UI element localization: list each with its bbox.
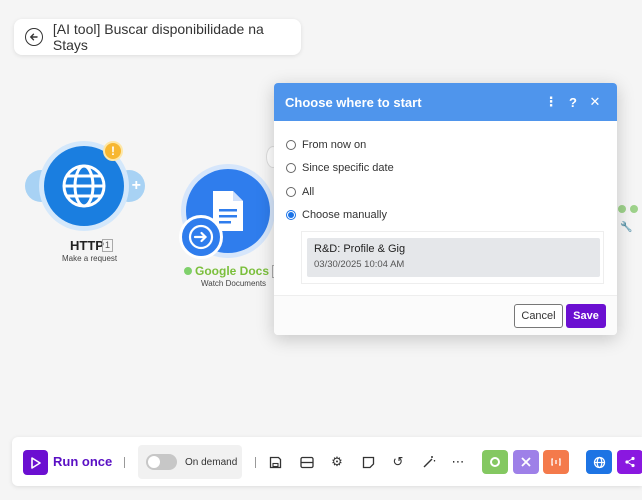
blue-tool-button[interactable]: [586, 450, 612, 474]
save-icon[interactable]: [266, 453, 284, 471]
arrow-left-icon: [29, 33, 38, 41]
share-icon: [625, 456, 635, 468]
green-tool-button[interactable]: [482, 450, 508, 474]
brackets-icon: [551, 458, 561, 466]
gdocs-module-label-row: Google Docs 17: [184, 264, 289, 278]
dialog-title: Choose where to start: [285, 94, 422, 110]
next-module-dot[interactable]: [630, 205, 638, 213]
purple-tool-button[interactable]: [513, 450, 539, 474]
gdocs-module-subtitle: Watch Documents: [201, 279, 267, 288]
play-icon: [30, 456, 41, 469]
list-item[interactable]: R&D: Profile & Gig 03/30/2025 10:04 AM: [307, 238, 600, 277]
option-choose-manually[interactable]: Choose manually: [286, 204, 617, 228]
option-label: Since specific date: [302, 162, 394, 175]
warning-badge[interactable]: !: [103, 141, 123, 161]
divider: [124, 457, 125, 468]
manual-items-list: R&D: Profile & Gig 03/30/2025 10:04 AM: [301, 231, 604, 284]
http-module-number: 1: [102, 239, 114, 252]
schedule-label: On demand: [185, 456, 238, 468]
magic-wand-icon[interactable]: [420, 453, 438, 471]
radio-button[interactable]: [286, 186, 296, 197]
close-icon[interactable]: ✕: [584, 94, 606, 110]
run-once-label[interactable]: Run once: [53, 454, 112, 469]
cross-arrows-icon: [521, 457, 531, 467]
choose-start-dialog: Choose where to start ⋮ ? ✕ From now on …: [274, 83, 617, 335]
gdocs-module-label: Google Docs: [195, 264, 270, 278]
next-module-dot[interactable]: [618, 205, 626, 213]
schedule-toggle[interactable]: [146, 454, 177, 470]
dialog-header: Choose where to start ⋮ ? ✕: [274, 83, 617, 121]
option-since-specific-date[interactable]: Since specific date: [286, 157, 617, 181]
http-module-subtitle: Make a request: [62, 254, 118, 263]
schedule-control: On demand: [138, 445, 242, 479]
notes-icon[interactable]: [359, 453, 377, 471]
http-module-label: HTTP: [70, 238, 104, 253]
divider: [255, 457, 256, 468]
option-label: From now on: [302, 138, 367, 151]
globe-icon: [62, 164, 106, 208]
run-once-button[interactable]: [23, 450, 48, 475]
back-button[interactable]: [25, 28, 43, 46]
help-icon[interactable]: ?: [562, 95, 584, 110]
radio-button-selected[interactable]: [286, 210, 296, 221]
start-options: From now on Since specific date All Choo…: [274, 121, 617, 227]
option-from-now-on[interactable]: From now on: [286, 133, 617, 157]
dialog-footer: Cancel Save: [274, 295, 617, 335]
wrench-icon[interactable]: 🔧: [620, 222, 632, 233]
gear-icon: [490, 457, 500, 467]
cancel-button[interactable]: Cancel: [514, 304, 563, 328]
option-label: All: [302, 185, 315, 198]
radio-button[interactable]: [286, 163, 296, 174]
item-title: R&D: Profile & Gig: [314, 243, 406, 255]
violet-tool-button[interactable]: [617, 450, 642, 474]
more-options-icon[interactable]: ⋮: [540, 94, 562, 110]
scenario-title[interactable]: [AI tool] Buscar disponibilidade na Stay…: [53, 21, 301, 53]
undo-icon[interactable]: ↺: [389, 453, 407, 471]
bottom-toolbar: Run once On demand ⚙ ↺ ⋯: [12, 437, 642, 486]
globe-icon: [593, 456, 605, 468]
option-all[interactable]: All: [286, 180, 617, 204]
gear-icon[interactable]: ⚙: [328, 453, 346, 471]
trigger-icon: [179, 215, 223, 259]
explain-flow-icon[interactable]: [298, 453, 316, 471]
option-label: Choose manually: [302, 209, 387, 222]
status-dot: [184, 267, 192, 275]
orange-tool-button[interactable]: [543, 450, 569, 474]
item-date: 03/30/2025 10:04 AM: [314, 259, 405, 270]
plus-icon: +: [131, 177, 141, 194]
scenario-title-bar: [AI tool] Buscar disponibilidade na Stay…: [14, 19, 301, 55]
save-button[interactable]: Save: [566, 304, 606, 328]
more-icon[interactable]: ⋯: [449, 453, 467, 471]
radio-button[interactable]: [286, 139, 296, 150]
